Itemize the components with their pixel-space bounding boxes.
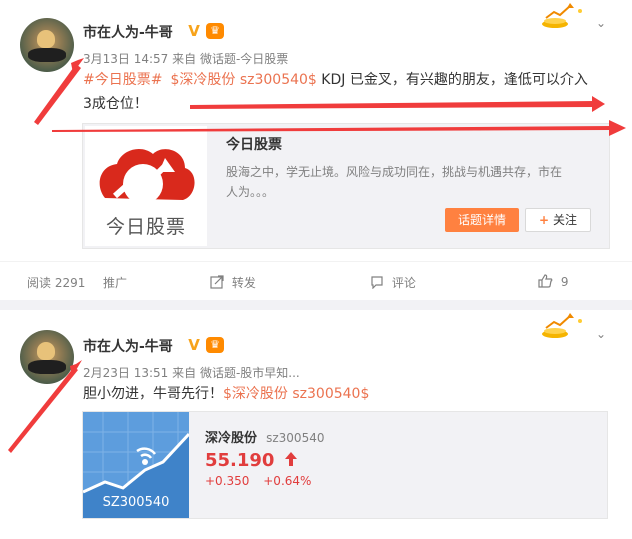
post-text-line1: KDJ 已金叉，有兴趣的朋友，逢低可以介入 bbox=[316, 72, 588, 88]
coins-decoration-icon bbox=[542, 313, 582, 338]
timestamp[interactable]: 2月23日 13:51 bbox=[83, 366, 168, 380]
post-text: #今日股票# $深冷股份 sz300540$ KDJ 已金叉，有兴趣的朋友，逢低可… bbox=[83, 68, 618, 116]
avatar[interactable] bbox=[20, 330, 74, 384]
avatar[interactable] bbox=[20, 18, 74, 72]
topic-detail-button[interactable]: 话题详情 bbox=[445, 208, 519, 232]
post-meta: 2月23日 13:51 来自 微话题-股市早知... bbox=[83, 364, 300, 381]
stock-price: 55.190 bbox=[205, 450, 275, 471]
like-button[interactable]: 9 bbox=[538, 274, 568, 289]
stock-name-row: 深冷股份 sz300540 bbox=[205, 427, 324, 446]
timestamp[interactable]: 3月13日 14:57 bbox=[83, 52, 168, 66]
weibo-post-1: ⌄ 市在人为-牛哥 V ♛ 3月13日 14:57 来自 微话题-今日股票 #今… bbox=[0, 0, 632, 300]
comment-label: 评论 bbox=[391, 276, 416, 290]
verified-v-icon: V bbox=[188, 336, 200, 354]
crown-icon: ♛ bbox=[206, 337, 224, 353]
stock-thumb-label: SZ300540 bbox=[102, 495, 170, 510]
follow-button[interactable]: + 关注 bbox=[525, 208, 591, 232]
logo-text: 今日股票 bbox=[105, 216, 186, 238]
topic-card[interactable]: 今日股票 今日股票 股海之中，学无止境。风险与成功同在，挑战与机遇共存，市在 人… bbox=[82, 123, 610, 249]
stock-code: sz300540 bbox=[266, 431, 325, 445]
comment-button[interactable]: 评论 bbox=[370, 274, 416, 291]
post-text-line2: 3成仓位！ bbox=[83, 96, 148, 112]
post-text-main: 胆小勿进，牛哥先行！ bbox=[83, 386, 223, 402]
thumbs-up-icon bbox=[538, 274, 553, 288]
crown-icon: ♛ bbox=[206, 23, 224, 39]
coins-decoration-icon bbox=[542, 3, 582, 28]
stock-link[interactable]: $深冷股份 sz300540$ bbox=[223, 386, 369, 402]
stock-change: +0.350 bbox=[205, 474, 250, 488]
stock-price-row: 55.190 bbox=[205, 450, 298, 471]
promote-button[interactable]: 推广 bbox=[103, 274, 127, 291]
card-title[interactable]: 今日股票 bbox=[226, 134, 282, 154]
card-desc-line1: 股海之中，学无止境。风险与成功同在，挑战与机遇共存，市在 bbox=[226, 165, 563, 179]
source[interactable]: 来自 微话题-股市早知... bbox=[172, 366, 300, 380]
stock-link[interactable]: $深冷股份 sz300540$ bbox=[170, 72, 316, 88]
stock-change-row: +0.350 +0.64% bbox=[205, 474, 311, 488]
post-separator bbox=[0, 300, 632, 310]
verified-v-icon: V bbox=[188, 22, 200, 40]
repost-button[interactable]: 转发 bbox=[210, 274, 256, 291]
stock-thumbnail: SZ300540 bbox=[83, 412, 189, 518]
weibo-post-2: ⌄ 市在人为-牛哥 V ♛ 2月23日 13:51 来自 微话题-股市早知...… bbox=[0, 310, 632, 539]
chevron-down-icon[interactable]: ⌄ bbox=[594, 16, 608, 30]
repost-icon bbox=[210, 275, 224, 289]
post-meta: 3月13日 14:57 来自 微话题-今日股票 bbox=[83, 50, 288, 67]
like-count: 9 bbox=[560, 275, 569, 289]
follow-label: 关注 bbox=[552, 213, 577, 227]
username[interactable]: 市在人为-牛哥 bbox=[83, 22, 173, 42]
stock-card[interactable]: SZ300540 深冷股份 sz300540 55.190 +0.350 +0.… bbox=[82, 411, 608, 519]
post-actions: 阅读 2291 推广 转发 评论 9 bbox=[0, 261, 632, 300]
card-description: 股海之中，学无止境。风险与成功同在，挑战与机遇共存，市在 人为。。。 bbox=[226, 162, 596, 202]
comment-icon bbox=[371, 276, 383, 290]
topic-logo: 今日股票 bbox=[85, 126, 207, 246]
source[interactable]: 来自 微话题-今日股票 bbox=[172, 52, 288, 66]
hashtag-link[interactable]: #今日股票# bbox=[83, 72, 162, 88]
plus-icon: + bbox=[539, 213, 550, 227]
post-text: 胆小勿进，牛哥先行！$深冷股份 sz300540$ bbox=[83, 382, 369, 406]
stock-change-pct: +0.64% bbox=[263, 474, 312, 488]
stock-name[interactable]: 深冷股份 bbox=[205, 431, 257, 446]
repost-label: 转发 bbox=[231, 276, 256, 290]
arrow-up-icon bbox=[284, 452, 297, 466]
username[interactable]: 市在人为-牛哥 bbox=[83, 336, 173, 356]
card-desc-line2: 人为。。。 bbox=[226, 185, 275, 199]
chevron-down-icon[interactable]: ⌄ bbox=[594, 327, 608, 341]
read-count: 阅读 2291 bbox=[27, 276, 86, 290]
